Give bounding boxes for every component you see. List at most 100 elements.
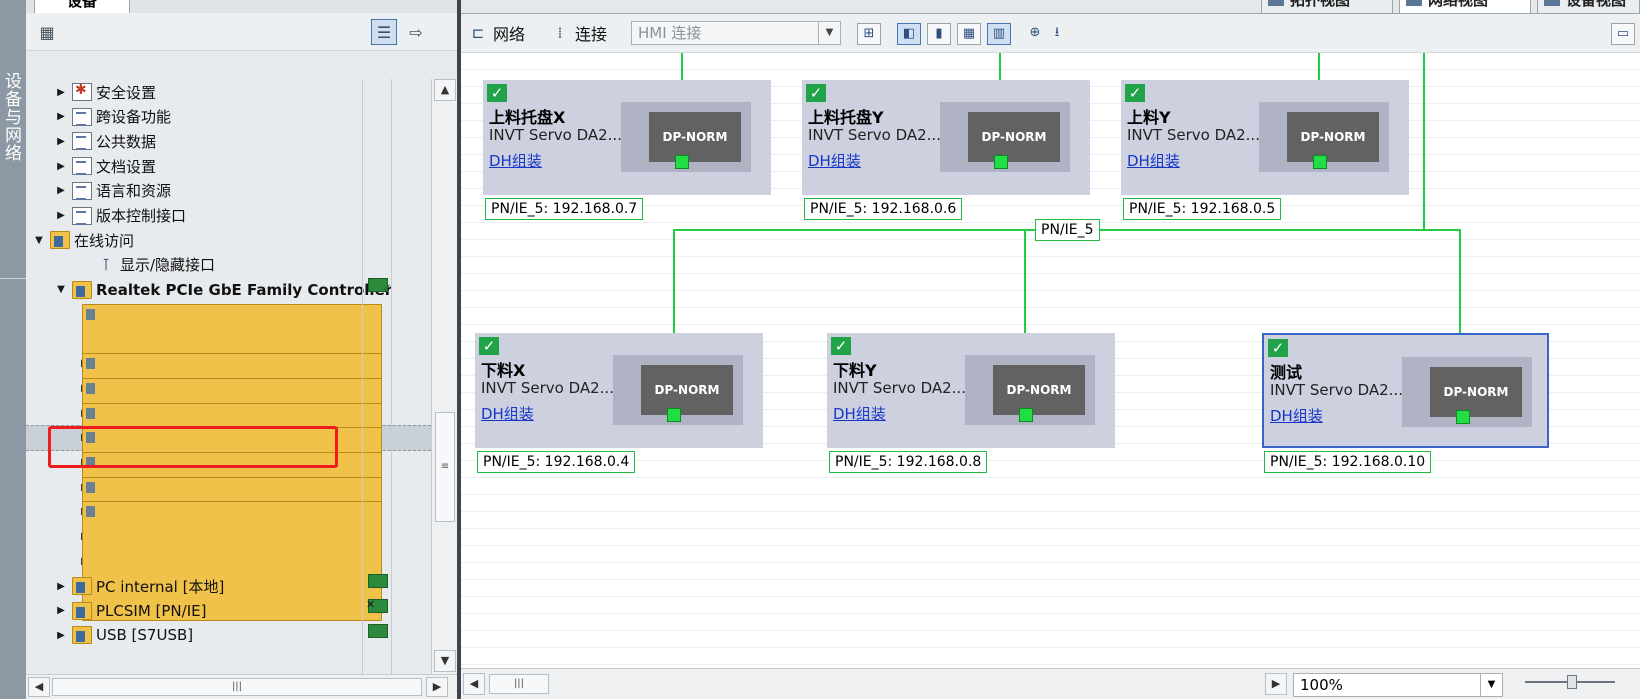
profinet-port-icon[interactable] bbox=[675, 155, 689, 169]
connection-type-value: HMI 连接 bbox=[638, 24, 702, 42]
collapse-arrow-icon[interactable]: ▼ bbox=[54, 284, 68, 295]
folder-icon bbox=[50, 231, 70, 250]
network-button[interactable]: ⊏ 网络 bbox=[467, 20, 525, 46]
check-icon: ✓ bbox=[1268, 339, 1288, 357]
canvas-scroll-right-button[interactable]: ▶ bbox=[1265, 673, 1287, 695]
device-master-link[interactable]: DH组装 bbox=[489, 150, 542, 171]
scroll-up-button[interactable]: ▲ bbox=[434, 79, 456, 101]
expand-arrow-icon[interactable]: ▶ bbox=[54, 605, 68, 616]
zoom-icon[interactable]: ⊕ bbox=[1023, 23, 1047, 45]
device-master-link[interactable]: DH组装 bbox=[1127, 150, 1180, 171]
tree-item[interactable]: ▶ 版本控制接口 bbox=[26, 203, 431, 229]
zoom-slider-knob[interactable] bbox=[1567, 675, 1577, 689]
tree-item[interactable]: ▶ 安全设置 bbox=[26, 79, 431, 105]
zoom-dropdown-icon[interactable]: ⭳ bbox=[1045, 23, 1069, 45]
profinet-port-icon[interactable] bbox=[1313, 155, 1327, 169]
doc-icon bbox=[72, 157, 92, 176]
scroll-thumb[interactable]: ≡ bbox=[435, 412, 455, 522]
device-ip-label[interactable]: PN/IE_5: 192.168.0.4 bbox=[477, 451, 636, 473]
network-view-icon bbox=[1406, 0, 1422, 6]
device-module-slot[interactable]: DP-NORM bbox=[940, 102, 1070, 172]
expand-arrow-icon[interactable]: ▶ bbox=[54, 111, 68, 122]
side-tab-devices-networks[interactable]: 设备与网络 bbox=[0, 0, 26, 699]
tree-item[interactable]: ▶ 语言和资源 bbox=[26, 178, 431, 204]
scroll-down-button[interactable]: ▼ bbox=[434, 650, 456, 672]
tree-vertical-scrollbar[interactable]: ▲ ≡ ▼ bbox=[431, 79, 457, 674]
device-card[interactable]: ✓ 下料X INVT Servo DA2... DH组装 DP-NORM bbox=[475, 333, 763, 448]
chevron-down-icon[interactable]: ▼ bbox=[818, 22, 840, 44]
collapse-arrow-icon[interactable]: ▼ bbox=[32, 235, 46, 246]
scroll-right-button[interactable]: ▶ bbox=[426, 677, 448, 697]
tree-item[interactable]: ▶ 文档设置 bbox=[26, 153, 431, 179]
device-module-slot[interactable]: DP-NORM bbox=[965, 355, 1095, 425]
tab-network-label: 网络视图 bbox=[1428, 0, 1489, 9]
device-card[interactable]: ✓ 上料Y INVT Servo DA2... DH组装 DP-NORM bbox=[1121, 80, 1409, 195]
expand-arrow-icon[interactable]: ▶ bbox=[54, 87, 68, 98]
grid-icon[interactable]: ▦ bbox=[36, 21, 58, 43]
expand-arrow-icon[interactable]: ▶ bbox=[54, 185, 68, 196]
tree-item[interactable]: ▶ 公共数据 bbox=[26, 128, 431, 154]
expand-arrow-icon[interactable]: ▶ bbox=[54, 630, 68, 641]
profinet-port-icon[interactable] bbox=[1019, 408, 1033, 422]
device-ip-label[interactable]: PN/IE_5: 192.168.0.10 bbox=[1264, 451, 1432, 473]
tree-item[interactable]: ▶下料y [192.168.0.8] bbox=[26, 501, 431, 622]
gear-icon bbox=[72, 82, 92, 101]
tab-device-view[interactable]: 设备视图 bbox=[1537, 0, 1640, 14]
expand-arrow-icon[interactable]: ▶ bbox=[54, 161, 68, 172]
device-ip-label[interactable]: PN/IE_5: 192.168.0.7 bbox=[485, 198, 644, 220]
device-master-link[interactable]: DH组装 bbox=[808, 150, 861, 171]
device-card[interactable]: ✓ 下料Y INVT Servo DA2... DH组装 DP-NORM bbox=[827, 333, 1115, 448]
tab-devices[interactable]: 设备 bbox=[34, 0, 130, 14]
expand-arrow-icon[interactable]: ▶ bbox=[54, 210, 68, 221]
device-card[interactable]: ✓ 上料托盘X INVT Servo DA2... DH组装 DP-NORM bbox=[483, 80, 771, 195]
export-icon[interactable]: ⇨ bbox=[403, 19, 429, 45]
canvas-scroll-left-button[interactable]: ◀ bbox=[463, 673, 485, 695]
device-name: 上料托盘Y bbox=[808, 108, 884, 127]
expand-arrow-icon[interactable]: ▶ bbox=[54, 136, 68, 147]
device-module-slot[interactable]: DP-NORM bbox=[1259, 102, 1389, 172]
page-break-icon[interactable]: ▮ bbox=[927, 23, 951, 45]
device-card[interactable]: ✓ 测试 INVT Servo DA2... DH组装 DP-NORM bbox=[1262, 333, 1549, 448]
network-canvas[interactable]: PN/IE_5 ✓ 上料托盘X INVT Servo DA2... DH组装 DP-NO… bbox=[461, 53, 1640, 668]
device-type: INVT Servo DA2... bbox=[833, 379, 966, 397]
chevron-down-icon[interactable]: ▼ bbox=[1480, 674, 1502, 696]
profinet-port-icon[interactable] bbox=[1456, 410, 1470, 424]
tree-item[interactable]: ⊺ 显示/隐藏接口 bbox=[26, 252, 431, 278]
status-column-divider-2 bbox=[391, 79, 392, 674]
tab-topology-view[interactable]: 拓扑视图 bbox=[1261, 0, 1393, 14]
tree-item[interactable]: ▼ 在线访问 bbox=[26, 227, 431, 253]
device-ip-label[interactable]: PN/IE_5: 192.168.0.8 bbox=[829, 451, 988, 473]
tree-horizontal-scrollbar[interactable]: ◀ ||| ▶ bbox=[26, 674, 457, 699]
device-module-slot[interactable]: DP-NORM bbox=[613, 355, 743, 425]
expand-arrow-icon[interactable]: ▶ bbox=[54, 581, 68, 592]
device-module-label: DP-NORM bbox=[649, 112, 741, 162]
tab-network-view[interactable]: 网络视图 bbox=[1399, 0, 1531, 14]
list-view-icon[interactable]: ☰ bbox=[371, 19, 397, 45]
device-module-slot[interactable]: DP-NORM bbox=[1402, 357, 1532, 427]
zoom-slider[interactable] bbox=[1525, 675, 1615, 689]
device-ip-label[interactable]: PN/IE_5: 192.168.0.6 bbox=[804, 198, 963, 220]
device-card[interactable]: ✓ 上料托盘Y INVT Servo DA2... DH组装 DP-NORM bbox=[802, 80, 1090, 195]
network-view-panel: 拓扑视图 网络视图 设备视图 ⊏ 网络 ⁞ 连接 HMI 连接 ▼ ⊞ ◧ ▮ … bbox=[461, 0, 1640, 699]
show-address-icon[interactable]: ⊞ bbox=[857, 23, 881, 45]
canvas-scroll-thumb[interactable]: ||| bbox=[489, 674, 549, 694]
device-ip-label[interactable]: PN/IE_5: 192.168.0.5 bbox=[1123, 198, 1282, 220]
device-master-link[interactable]: DH组装 bbox=[481, 403, 534, 424]
subnet-label[interactable]: PN/IE_5 bbox=[1035, 219, 1100, 241]
device-master-link[interactable]: DH组装 bbox=[1270, 405, 1323, 426]
connection-type-select[interactable]: HMI 连接 ▼ bbox=[631, 21, 841, 45]
device-master-link[interactable]: DH组装 bbox=[833, 403, 886, 424]
horizontal-scroll-thumb[interactable]: ||| bbox=[52, 678, 422, 696]
right-panel-icon[interactable]: ▭ bbox=[1611, 23, 1635, 45]
tree-item[interactable]: ▶ 跨设备功能 bbox=[26, 104, 431, 130]
profinet-port-icon[interactable] bbox=[994, 155, 1008, 169]
grid-toggle-icon[interactable]: ▦ bbox=[957, 23, 981, 45]
zoom-select[interactable]: 100% ▼ bbox=[1293, 673, 1503, 697]
table-toggle-icon[interactable]: ▥ bbox=[987, 23, 1011, 45]
connect-button[interactable]: ⁞ 连接 bbox=[549, 20, 607, 46]
profinet-port-icon[interactable] bbox=[667, 408, 681, 422]
scroll-left-button[interactable]: ◀ bbox=[28, 677, 50, 697]
show-overview-icon[interactable]: ◧ bbox=[897, 23, 921, 45]
folder-icon bbox=[72, 601, 92, 620]
device-module-slot[interactable]: DP-NORM bbox=[621, 102, 751, 172]
